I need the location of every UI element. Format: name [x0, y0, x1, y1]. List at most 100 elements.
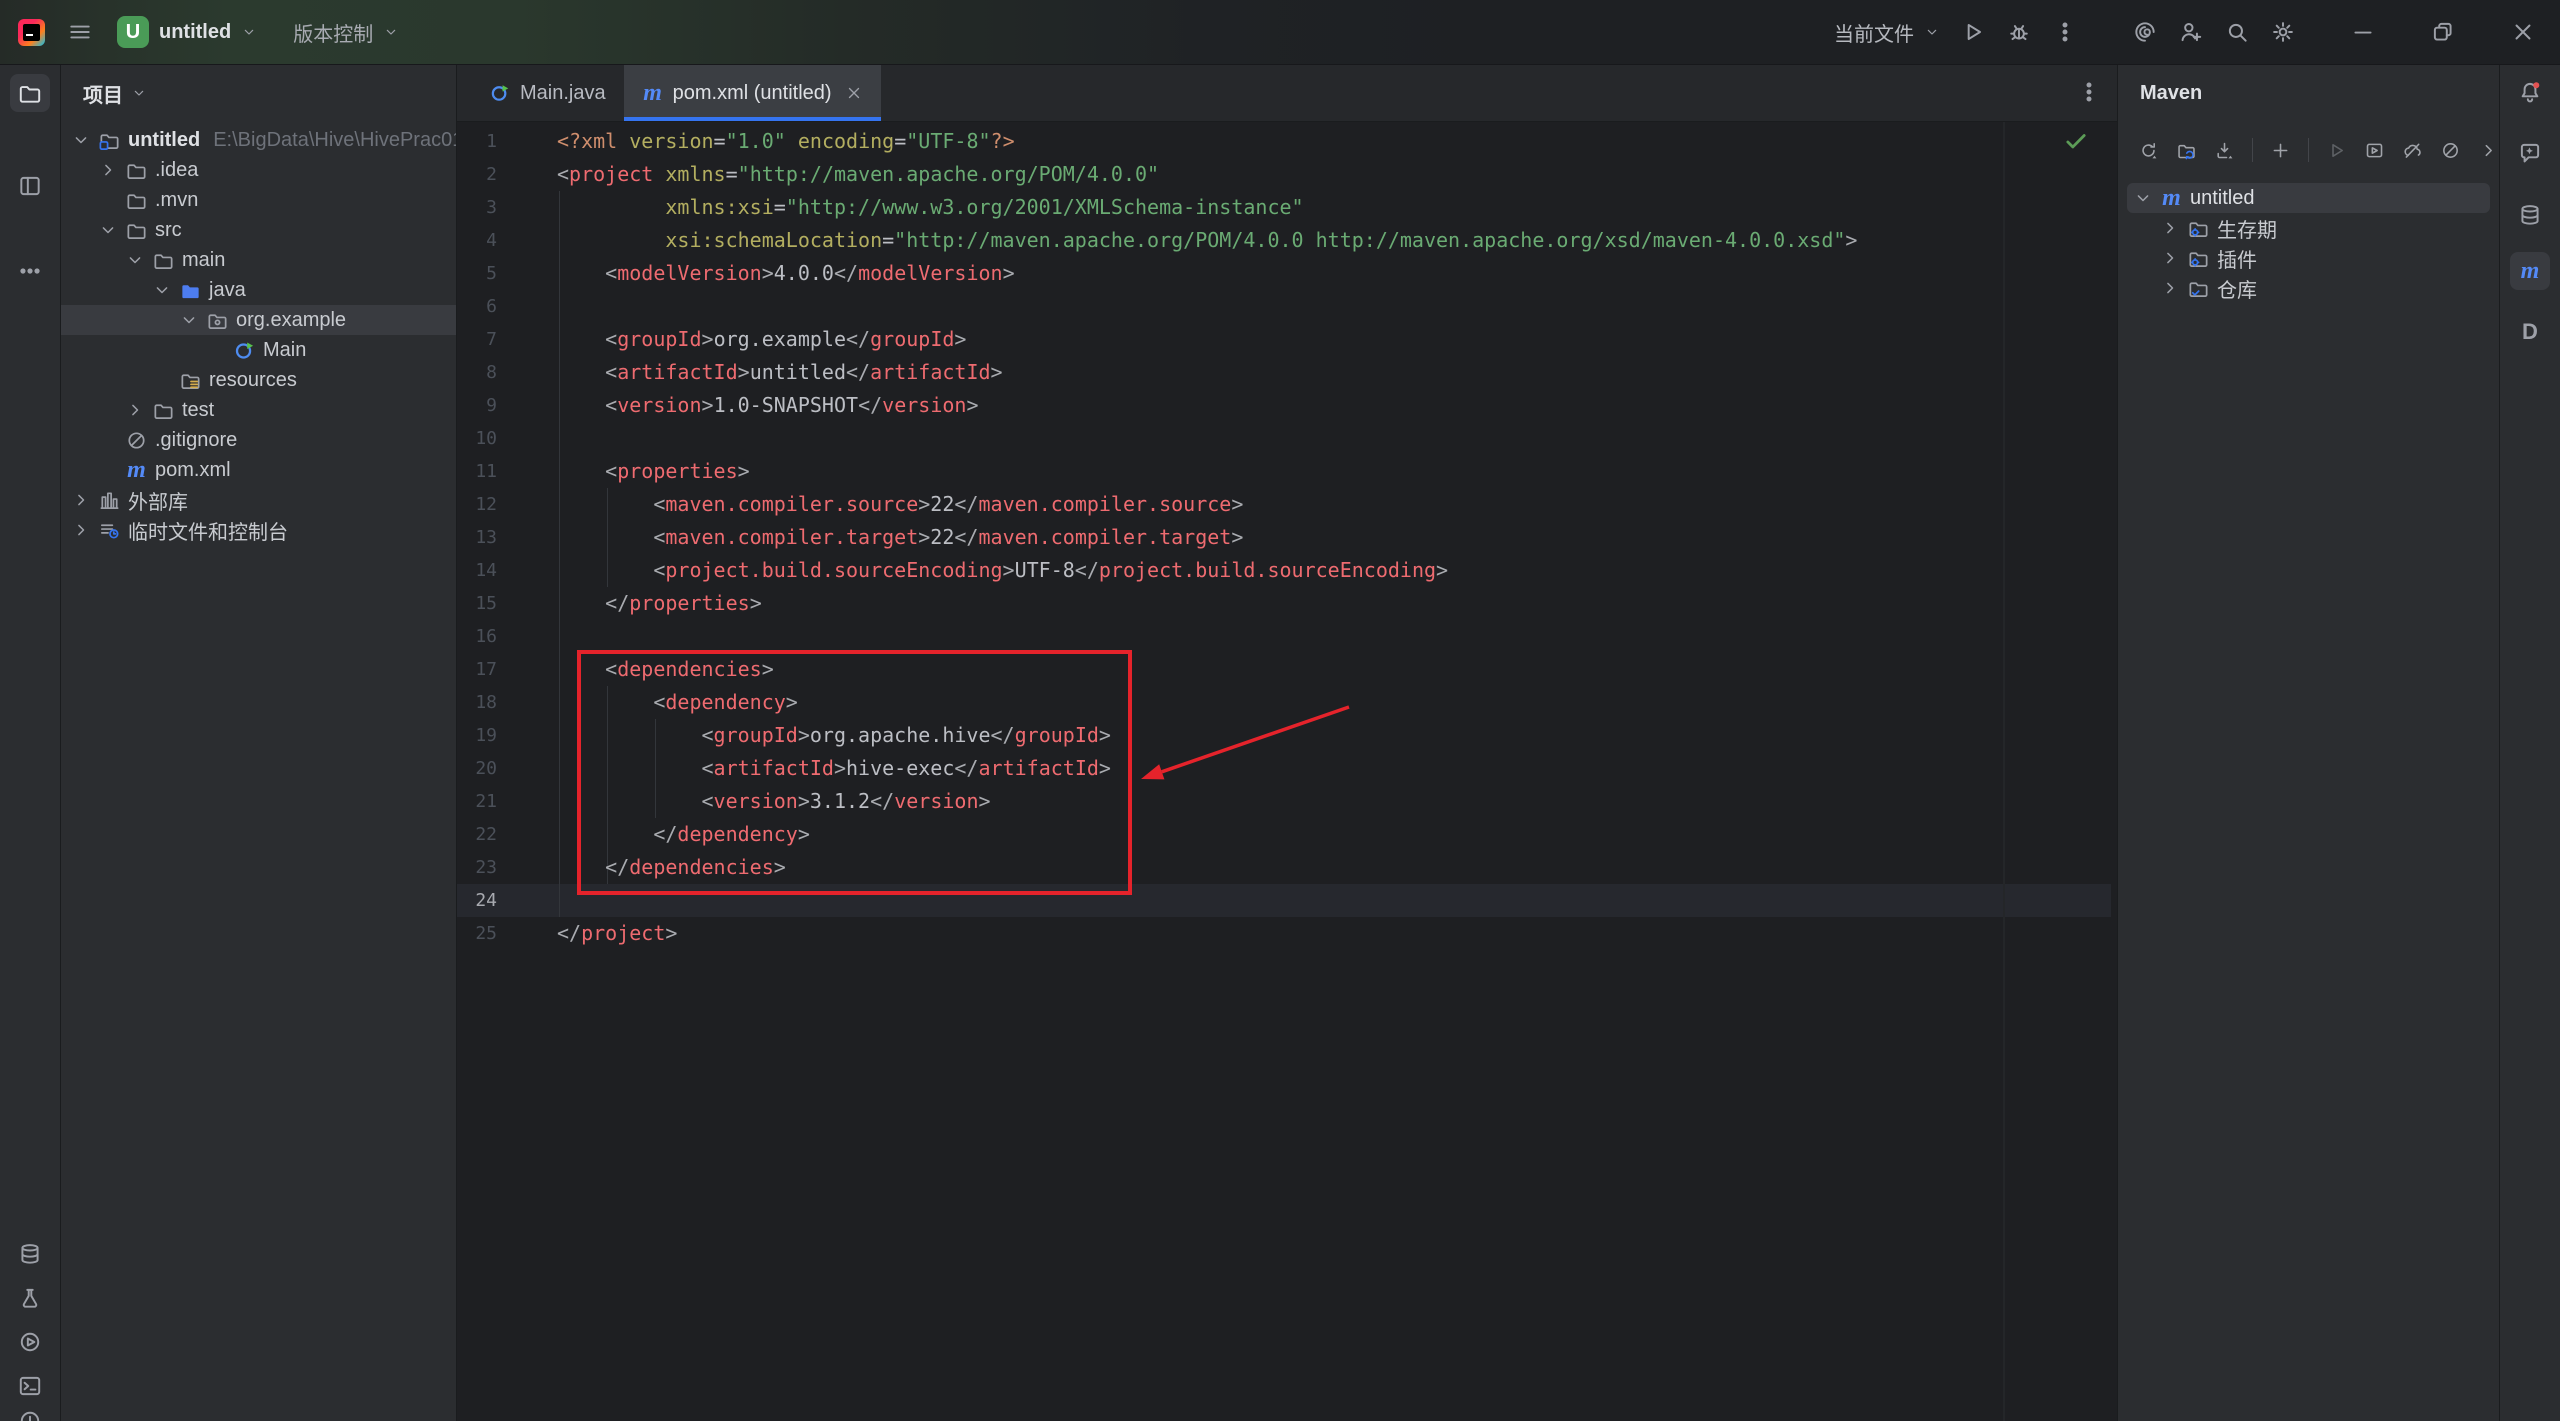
code-token: <	[605, 393, 617, 417]
tool-strip-item-database[interactable]	[2510, 196, 2550, 234]
tab-options-icon[interactable]	[2076, 79, 2102, 105]
add-maven-project-button[interactable]	[2270, 138, 2291, 163]
code-token: >	[1003, 261, 1015, 285]
chevron-down-icon[interactable]	[125, 250, 145, 270]
code-with-me-icon[interactable]	[2178, 19, 2204, 45]
code-token: >	[1099, 723, 1111, 747]
more-icon[interactable]	[2478, 138, 2499, 163]
tree-item-test[interactable]: test	[61, 395, 456, 425]
settings-icon[interactable]	[2270, 19, 2296, 45]
skip-tests-button[interactable]	[2440, 138, 2461, 163]
download-sources-button[interactable]	[2214, 138, 2235, 163]
right-margin-guide	[2003, 122, 2005, 1421]
chevron-right-icon[interactable]	[125, 400, 145, 420]
check-folder-icon	[2187, 277, 2210, 300]
code-token: >	[979, 789, 991, 813]
code-token: >	[798, 789, 810, 813]
maven-item-仓库[interactable]: 仓库	[2154, 273, 2490, 303]
tree-item-java[interactable]: java	[61, 275, 456, 305]
tree-item-org-example[interactable]: org.example	[61, 305, 456, 335]
project-panel: 项目 untitledE:\BigData\Hive\HivePrac01\.i…	[61, 65, 457, 1421]
tool-strip-item-database[interactable]	[10, 1235, 50, 1273]
tree-item-临时文件和控制台[interactable]: 临时文件和控制台	[61, 515, 456, 545]
tool-strip-item-problems[interactable]	[10, 1402, 50, 1421]
tool-strip-item-terminal[interactable]	[10, 1367, 50, 1405]
tab-main-java[interactable]: Main.java	[471, 65, 624, 121]
code-token: =	[894, 129, 906, 153]
code-line: <properties>	[557, 455, 750, 488]
code-token: groupId	[617, 327, 701, 351]
tool-strip-item-ai-assistant[interactable]	[2510, 134, 2550, 172]
maven-item-插件[interactable]: 插件	[2154, 243, 2490, 273]
tool-strip-item-project[interactable]	[10, 74, 50, 112]
tool-strip-item-more-tool-windows[interactable]	[10, 252, 50, 290]
tree-item-外部库[interactable]: 外部库	[61, 485, 456, 515]
tree-item-path: E:\BigData\Hive\HivePrac01\	[213, 129, 456, 152]
chevron-right-icon[interactable]	[2160, 248, 2180, 268]
chevron-right-icon[interactable]	[71, 520, 91, 540]
reload-projects-button[interactable]	[2176, 138, 2197, 163]
ai-assistant-icon[interactable]	[2132, 19, 2158, 45]
maven-m-icon: m	[2160, 187, 2183, 210]
chevron-down-icon[interactable]	[2133, 188, 2153, 208]
chevron-down-icon[interactable]	[152, 280, 172, 300]
maven-item-label: 生存期	[2217, 214, 2277, 243]
tree-item-resources[interactable]: resources	[61, 365, 456, 395]
tab-close-icon[interactable]	[845, 84, 863, 102]
chevron-spacer	[98, 430, 118, 450]
maven-item-label: 插件	[2217, 244, 2257, 273]
sync-all-button[interactable]	[2138, 138, 2159, 163]
tree-item-mvn[interactable]: .mvn	[61, 185, 456, 215]
maven-item-untitled[interactable]: muntitled	[2127, 183, 2490, 213]
code-token: <	[557, 162, 569, 186]
toggle-offline-button[interactable]	[2402, 138, 2423, 163]
execute-goal-button[interactable]	[2364, 138, 2385, 163]
tree-item-untitled[interactable]: untitledE:\BigData\Hive\HivePrac01\	[61, 125, 456, 155]
run-configuration-widget[interactable]: 当前文件	[1834, 18, 1940, 47]
debug-button[interactable]	[2006, 19, 2032, 45]
tool-strip-item-services[interactable]	[10, 1323, 50, 1361]
maven-item-生存期[interactable]: 生存期	[2154, 213, 2490, 243]
more-actions-icon[interactable]	[2052, 19, 2078, 45]
tree-item-idea[interactable]: .idea	[61, 155, 456, 185]
chevron-right-icon[interactable]	[71, 490, 91, 510]
search-everywhere-icon[interactable]	[2224, 19, 2250, 45]
chevron-down-icon[interactable]	[179, 310, 199, 330]
tree-item-main[interactable]: Main	[61, 335, 456, 365]
tool-strip-item-notifications[interactable]	[2510, 73, 2550, 111]
inspections-ok-icon[interactable]	[2062, 127, 2090, 155]
chevron-spacer	[98, 460, 118, 480]
tab-label: Main.java	[520, 82, 606, 105]
minimize-button[interactable]	[2350, 19, 2376, 45]
tool-strip-item-maven[interactable]: m	[2510, 252, 2550, 290]
project-panel-header[interactable]: 项目	[61, 65, 456, 121]
chevron-down-icon[interactable]	[71, 130, 91, 150]
code-token: maven.compiler.source	[665, 492, 918, 516]
tool-strip-item-tests[interactable]	[10, 1279, 50, 1317]
tree-item-main[interactable]: main	[61, 245, 456, 275]
tool-strip-item-structure[interactable]	[10, 167, 50, 205]
project-widget[interactable]: U untitled	[117, 16, 257, 48]
chevron-down-icon[interactable]	[98, 220, 118, 240]
line-number: 18	[457, 686, 553, 719]
tree-item-pom-xml[interactable]: mpom.xml	[61, 455, 456, 485]
tree-item-label: .gitignore	[155, 429, 237, 452]
close-button[interactable]	[2510, 19, 2536, 45]
maven-icon: m	[2517, 258, 2543, 284]
chevron-right-icon[interactable]	[98, 160, 118, 180]
code-token: 3.1.2	[810, 789, 870, 813]
code-token: <	[702, 723, 714, 747]
chevron-right-icon[interactable]	[2160, 278, 2180, 298]
run-button[interactable]	[1960, 19, 1986, 45]
maven-panel-header[interactable]: Maven	[2118, 65, 2499, 121]
chevron-right-icon[interactable]	[2160, 218, 2180, 238]
vcs-widget[interactable]: 版本控制	[293, 18, 399, 47]
tree-item-src[interactable]: src	[61, 215, 456, 245]
tool-strip-item-dependencies[interactable]: D	[2510, 313, 2550, 351]
restore-button[interactable]	[2430, 19, 2456, 45]
main-menu-icon[interactable]	[67, 19, 93, 45]
tree-item-gitignore[interactable]: .gitignore	[61, 425, 456, 455]
tab-pom-xml-untitled[interactable]: mpom.xml (untitled)	[624, 65, 881, 121]
code-token: <	[653, 492, 665, 516]
run-button[interactable]	[2326, 138, 2347, 163]
